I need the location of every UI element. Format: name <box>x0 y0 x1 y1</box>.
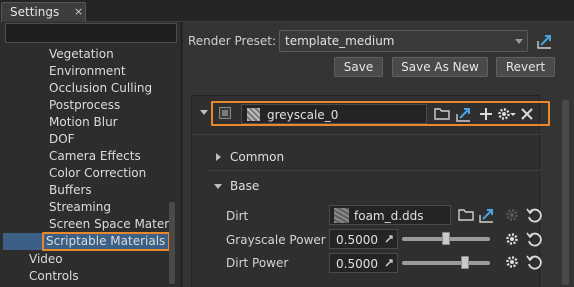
chevron-down-icon[interactable] <box>508 105 518 123</box>
render-preset-value: template_medium <box>285 34 395 48</box>
group-base-label: Base <box>230 179 260 193</box>
gear-icon[interactable] <box>503 206 521 224</box>
tree-item-controls[interactable]: Controls <box>29 268 79 285</box>
picker-icon[interactable] <box>384 258 394 268</box>
dirt-texture-value: foam_d.dds <box>354 209 424 223</box>
gear-icon[interactable] <box>503 230 521 248</box>
material-block: greyscale_0 Common Base Dirt foam_d.dds … <box>191 95 550 287</box>
material-collapse-icon[interactable] <box>200 110 208 115</box>
tree-item-dof[interactable]: DOF <box>49 131 75 148</box>
dirt-power-label: Dirt Power <box>226 256 289 270</box>
dirt-label: Dirt <box>226 209 249 223</box>
dirt-power-input[interactable]: 0.5000 <box>329 253 398 273</box>
tree-item-camera-effects[interactable]: Camera Effects <box>49 148 141 165</box>
sidebar-scrollbar[interactable] <box>169 202 175 284</box>
folder-icon[interactable] <box>433 105 451 123</box>
folder-icon[interactable] <box>457 206 475 224</box>
dropdown-arrow-icon <box>515 39 523 44</box>
dirt-power-slider-handle[interactable] <box>461 256 469 269</box>
search-input[interactable] <box>5 23 177 43</box>
texture-thumbnail-icon <box>334 208 349 223</box>
tree-item-video[interactable]: Video <box>29 251 63 268</box>
material-name: greyscale_0 <box>267 108 339 122</box>
tree-item-color-correction[interactable]: Color Correction <box>49 165 146 182</box>
save-as-new-button[interactable]: Save As New <box>392 57 488 77</box>
grayscale-power-input[interactable]: 0.5000 <box>329 229 398 249</box>
content-scrollbar[interactable] <box>562 100 569 285</box>
grayscale-power-value: 0.5000 <box>336 233 378 247</box>
settings-tree: Vegetation Environment Occlusion Culling… <box>3 46 173 287</box>
tree-item-vegetation[interactable]: Vegetation <box>49 46 114 63</box>
plus-icon[interactable] <box>477 105 495 123</box>
collapse-icon <box>214 184 222 189</box>
tree-item-screen-space-materials[interactable]: Screen Space Mater... <box>49 216 173 233</box>
picker-icon[interactable] <box>384 234 394 244</box>
grayscale-power-label: Grayscale Power <box>226 233 326 247</box>
divider <box>192 134 541 135</box>
material-enable-checkbox[interactable] <box>219 107 231 119</box>
material-name-field[interactable]: greyscale_0 <box>241 104 427 124</box>
expand-icon <box>216 153 221 161</box>
dirt-texture-field[interactable]: foam_d.dds <box>329 205 451 225</box>
tree-item-environment[interactable]: Environment <box>49 63 126 80</box>
gear-icon[interactable] <box>503 253 521 271</box>
reset-icon[interactable] <box>525 206 543 224</box>
share-arrow-icon[interactable] <box>478 206 496 224</box>
tree-item-scriptable-materials-label: Scriptable Materials <box>46 234 166 248</box>
tree-item-scriptable-materials[interactable]: Scriptable Materials <box>3 232 170 251</box>
settings-sidebar: Vegetation Environment Occlusion Culling… <box>0 22 182 287</box>
group-common-label: Common <box>230 150 285 164</box>
tab-settings[interactable]: Settings × <box>1 2 86 22</box>
save-button[interactable]: Save <box>334 57 383 77</box>
dirt-power-slider[interactable] <box>402 256 490 269</box>
tab-strip: Settings × <box>0 0 574 22</box>
divider <box>208 170 541 171</box>
revert-button[interactable]: Revert <box>496 57 555 77</box>
material-thumbnail-icon <box>247 108 260 121</box>
close-icon[interactable]: × <box>74 6 83 18</box>
render-preset-select[interactable]: template_medium <box>279 30 528 52</box>
settings-content: Render Preset: template_medium Save Save… <box>183 22 574 287</box>
render-preset-label: Render Preset: <box>188 34 276 48</box>
grayscale-power-slider[interactable] <box>402 232 490 245</box>
grayscale-power-slider-handle[interactable] <box>442 232 450 245</box>
reset-icon[interactable] <box>525 230 543 248</box>
share-arrow-icon[interactable] <box>536 32 554 50</box>
close-icon[interactable] <box>518 105 536 123</box>
dirt-power-value: 0.5000 <box>336 257 378 271</box>
share-arrow-icon[interactable] <box>455 105 473 123</box>
tree-item-motion-blur[interactable]: Motion Blur <box>49 114 118 131</box>
reset-icon[interactable] <box>525 253 543 271</box>
tree-item-occlusion-culling[interactable]: Occlusion Culling <box>49 80 152 97</box>
tab-settings-label: Settings <box>10 5 60 19</box>
tree-item-buffers[interactable]: Buffers <box>49 182 92 199</box>
tree-item-postprocess[interactable]: Postprocess <box>49 97 120 114</box>
tree-item-streaming[interactable]: Streaming <box>49 199 111 216</box>
